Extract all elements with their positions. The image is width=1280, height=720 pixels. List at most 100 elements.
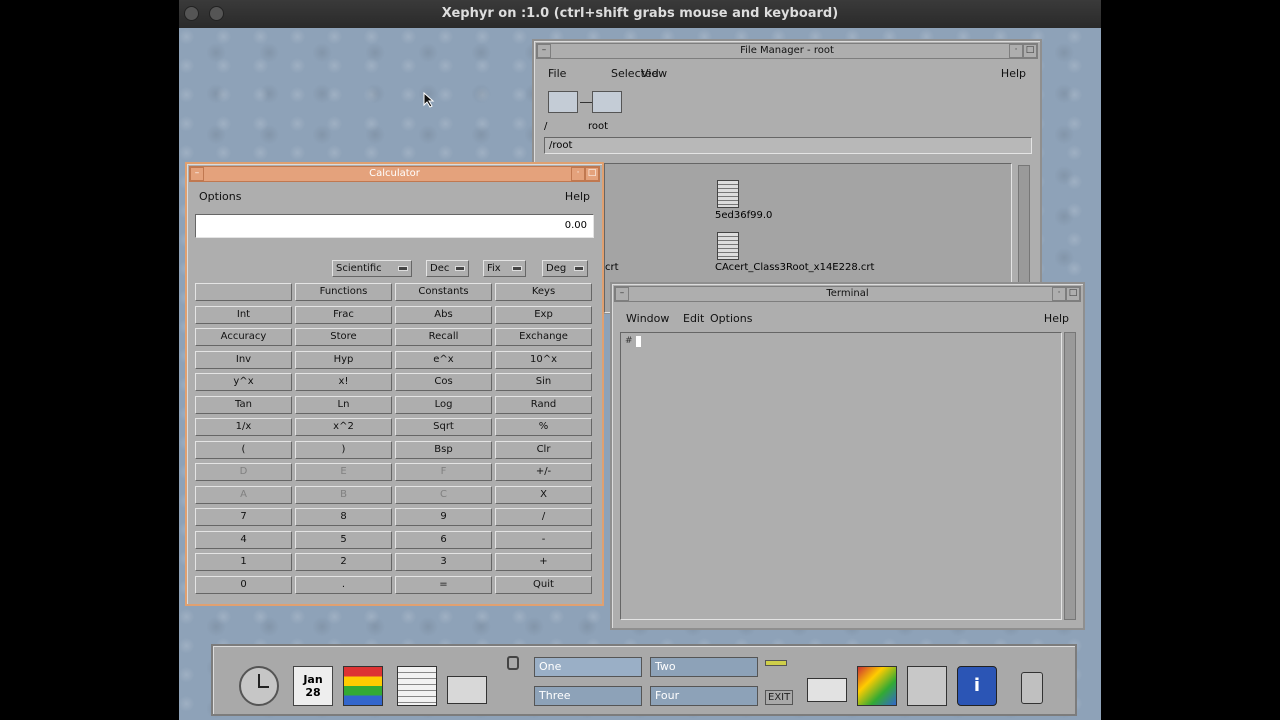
terminal-titlebar[interactable]: – Terminal · □ (614, 286, 1081, 302)
file-icon[interactable] (717, 180, 739, 208)
calc-key[interactable]: Recall (395, 328, 492, 346)
calc-key[interactable]: Hyp (295, 350, 392, 369)
calc-key[interactable]: Store (295, 328, 392, 346)
folder-root-icon[interactable] (548, 91, 578, 113)
calc-key[interactable]: X (495, 485, 592, 504)
calc-key[interactable]: Quit (495, 575, 592, 594)
calc-key[interactable]: Accuracy (195, 328, 292, 346)
calc-key[interactable]: Log (395, 395, 492, 414)
calc-key[interactable]: 9 (395, 508, 492, 526)
maximize-button[interactable]: □ (1023, 44, 1037, 58)
calc-key[interactable]: Abs (395, 305, 492, 324)
workspace-one-button[interactable]: One (534, 657, 642, 677)
window-menu-button[interactable]: – (615, 287, 629, 301)
terminal-scrollbar[interactable] (1064, 332, 1076, 620)
partial-file-label[interactable]: crt (605, 262, 619, 273)
calc-key[interactable]: 3 (395, 553, 492, 571)
file-label[interactable]: 5ed36f99.0 (715, 210, 772, 221)
calc-key[interactable]: E (295, 463, 392, 481)
calc-key[interactable]: x^2 (295, 418, 392, 436)
calc-key[interactable]: 10^x (495, 350, 592, 369)
calc-key[interactable]: 1/x (195, 418, 292, 436)
mailer-icon[interactable] (447, 676, 487, 704)
clock-icon[interactable] (239, 666, 279, 706)
calc-key[interactable]: C (395, 485, 492, 504)
minimize-window-button[interactable] (209, 6, 224, 21)
calc-key[interactable]: Bsp (395, 440, 492, 459)
app-manager-icon[interactable] (907, 666, 947, 706)
calc-key[interactable]: A (195, 485, 292, 504)
text-editor-icon[interactable] (397, 666, 437, 706)
calc-key[interactable]: e^x (395, 350, 492, 369)
calc-key[interactable] (195, 283, 292, 301)
calc-key[interactable]: 8 (295, 508, 392, 526)
calendar-icon[interactable]: Jan 28 (293, 666, 333, 706)
calc-key[interactable]: 6 (395, 530, 492, 549)
calc-key[interactable]: Int (195, 305, 292, 324)
calc-key[interactable]: 2 (295, 553, 392, 571)
file-label[interactable]: CAcert_Class3Root_x14E228.crt (715, 262, 874, 273)
menu-window[interactable]: Window (626, 312, 669, 325)
calc-key[interactable]: Clr (495, 440, 592, 459)
calc-key[interactable]: 0 (195, 575, 292, 594)
menu-options[interactable]: Options (199, 190, 241, 203)
calc-key[interactable]: . (295, 575, 392, 594)
terminal-screen[interactable]: # (620, 332, 1062, 620)
calc-key[interactable]: Sin (495, 373, 592, 391)
trig-select[interactable]: Deg (542, 260, 588, 277)
path-field[interactable]: /root (544, 137, 1032, 154)
window-menu-button[interactable]: – (190, 167, 204, 181)
style-manager-icon[interactable] (857, 666, 897, 706)
calc-key[interactable]: Rand (495, 395, 592, 414)
workspace-two-button[interactable]: Two (650, 657, 758, 677)
base-select[interactable]: Dec (426, 260, 469, 277)
mode-select[interactable]: Scientific (332, 260, 412, 277)
menu-help[interactable]: Help (1001, 67, 1026, 80)
workspace-four-button[interactable]: Four (650, 686, 758, 706)
lock-icon[interactable] (507, 656, 519, 670)
window-menu-button[interactable]: – (537, 44, 551, 58)
calc-key[interactable]: 5 (295, 530, 392, 549)
file-manager-titlebar[interactable]: – File Manager - root · □ (536, 43, 1038, 59)
calc-key[interactable]: D (195, 463, 292, 481)
help-icon[interactable]: i (957, 666, 997, 706)
close-window-button[interactable] (184, 6, 199, 21)
exit-button[interactable]: EXIT (765, 690, 794, 705)
calc-key[interactable]: +/- (495, 463, 592, 481)
minimize-button[interactable]: · (571, 167, 585, 181)
calc-key[interactable]: / (495, 508, 592, 526)
calc-key[interactable]: F (395, 463, 492, 481)
file-manager-icon[interactable] (343, 666, 383, 706)
calc-key[interactable]: Frac (295, 305, 392, 324)
calc-key[interactable]: ( (195, 440, 292, 459)
notation-select[interactable]: Fix (483, 260, 526, 277)
calc-key[interactable]: Exp (495, 305, 592, 324)
workspace-three-button[interactable]: Three (534, 686, 642, 706)
calc-key[interactable]: 1 (195, 553, 292, 571)
calc-key[interactable]: Cos (395, 373, 492, 391)
calc-key[interactable]: % (495, 418, 592, 436)
calc-key[interactable]: Functions (295, 283, 392, 301)
calc-key[interactable]: Keys (495, 283, 592, 301)
trash-icon[interactable] (1021, 672, 1043, 704)
calc-key[interactable]: Constants (395, 283, 492, 301)
file-icon[interactable] (717, 232, 739, 260)
minimize-button[interactable]: · (1052, 287, 1066, 301)
calc-key[interactable]: Tan (195, 395, 292, 414)
menu-edit[interactable]: Edit (683, 312, 704, 325)
calc-key[interactable]: y^x (195, 373, 292, 391)
calc-key[interactable]: + (495, 553, 592, 571)
calc-key[interactable]: - (495, 530, 592, 549)
minimize-button[interactable]: · (1009, 44, 1023, 58)
calc-key[interactable]: 4 (195, 530, 292, 549)
maximize-button[interactable]: □ (585, 167, 599, 181)
menu-file[interactable]: File (548, 67, 566, 80)
calc-key[interactable]: B (295, 485, 392, 504)
calc-key[interactable]: = (395, 575, 492, 594)
calc-key[interactable]: x! (295, 373, 392, 391)
calc-key[interactable]: Sqrt (395, 418, 492, 436)
menu-help[interactable]: Help (1044, 312, 1069, 325)
folder-home-icon[interactable] (592, 91, 622, 113)
calc-key[interactable]: Inv (195, 350, 292, 369)
printer-icon[interactable] (807, 678, 847, 702)
